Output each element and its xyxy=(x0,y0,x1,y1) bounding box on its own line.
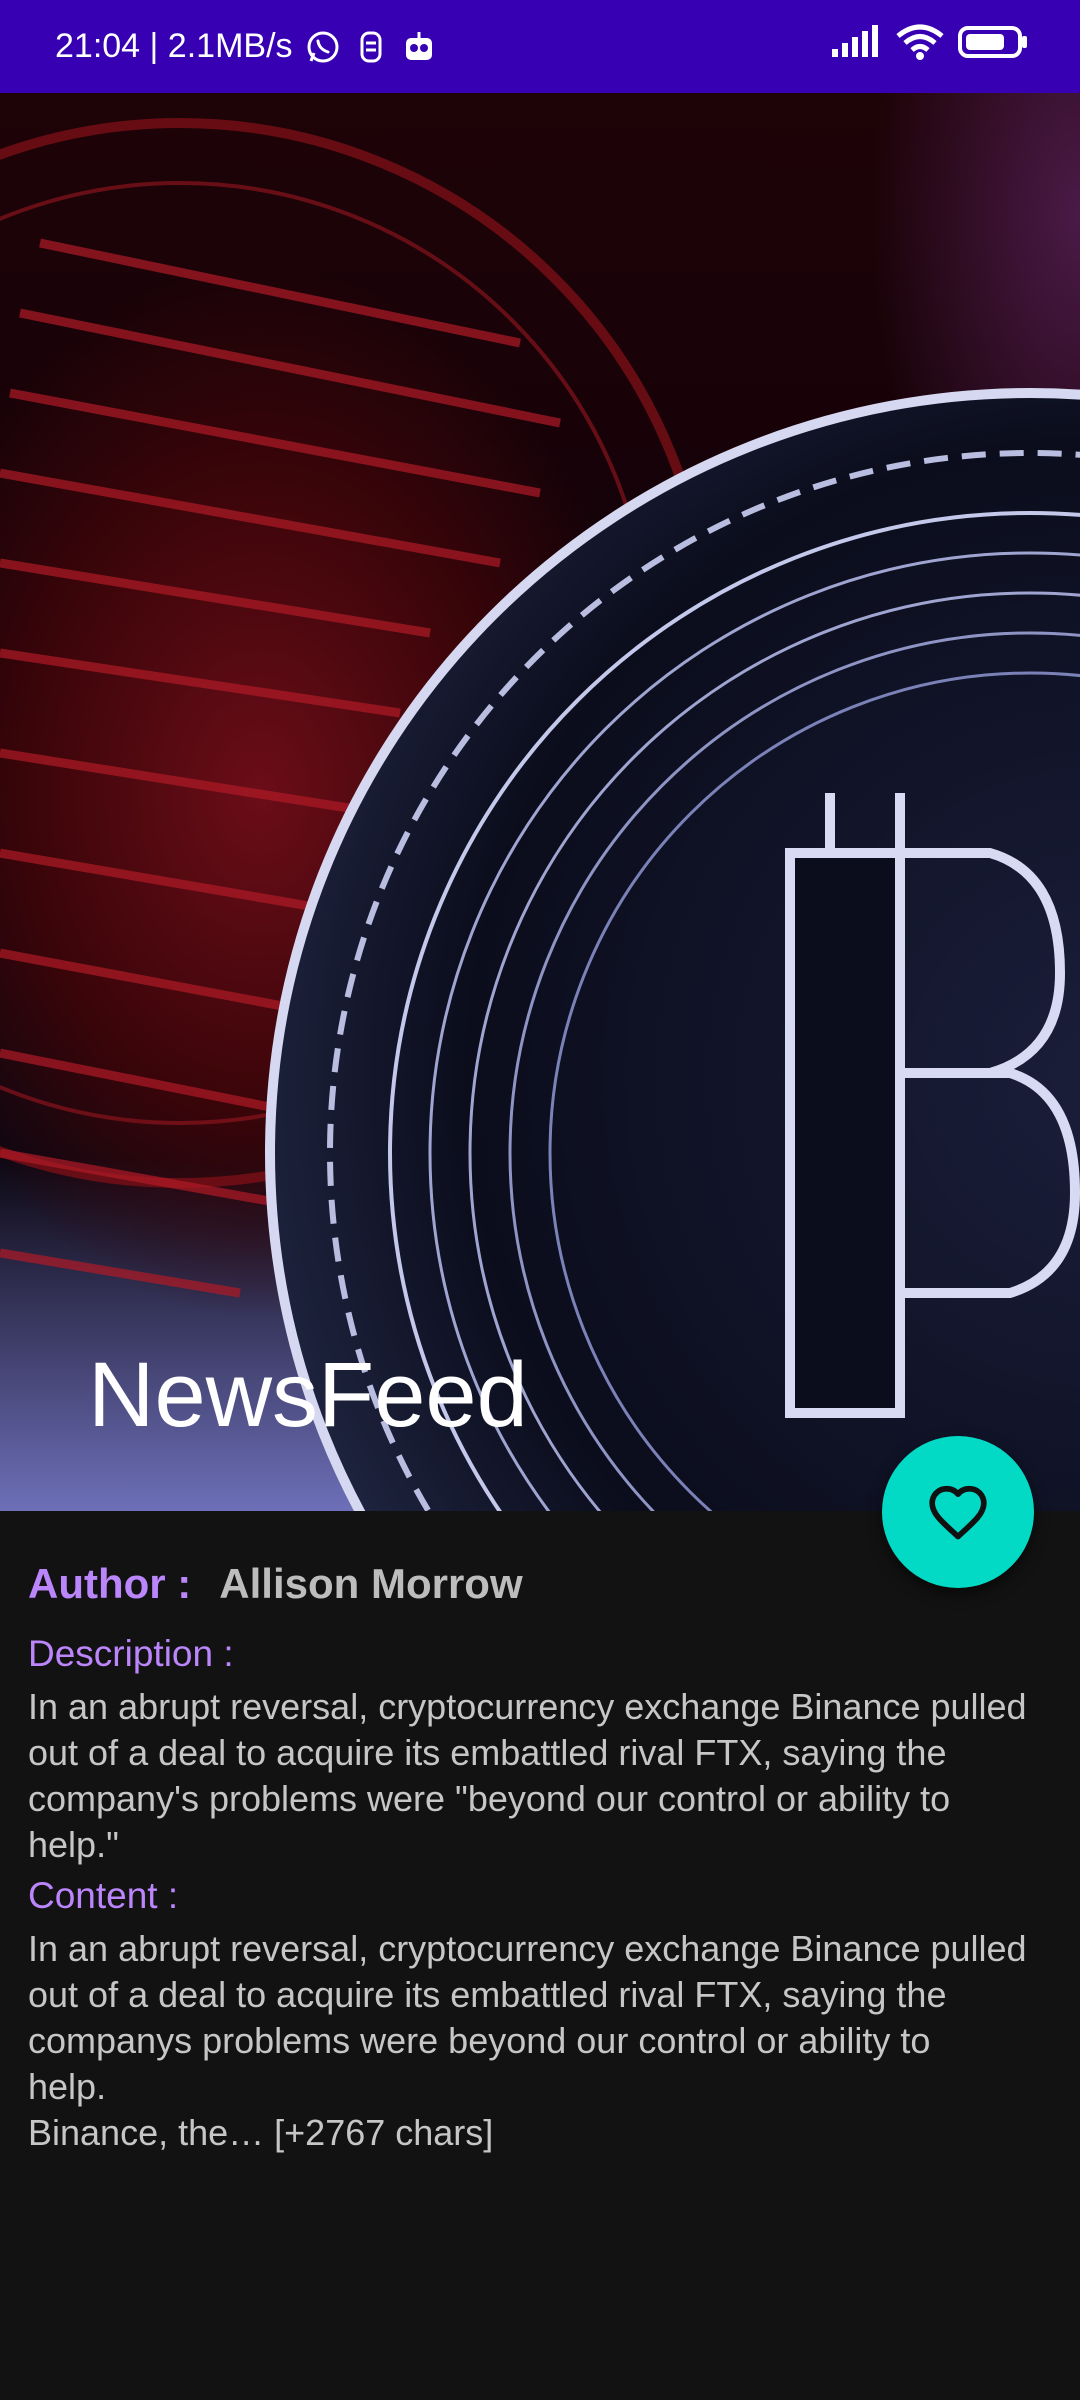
status-time: 21:04 | 2.1MB/s xyxy=(55,27,293,65)
description-text: In an abrupt reversal, cryptocurrency ex… xyxy=(28,1686,1027,1865)
bot-icon xyxy=(401,29,437,65)
article-details: Author : Allison Morrow Description : In… xyxy=(28,1560,1080,2160)
battery-icon xyxy=(958,25,1028,68)
heart-outline-icon xyxy=(929,1485,987,1540)
author-row: Author : Allison Morrow xyxy=(28,1560,1080,1626)
author-name: Allison Morrow xyxy=(219,1560,523,1607)
collapsing-toolbar: NewsFeed xyxy=(0,93,1080,1511)
content-label: Content : xyxy=(28,1875,179,1916)
content-text: In an abrupt reversal, cryptocurrency ex… xyxy=(28,1928,1027,2153)
toolbar-title: NewsFeed xyxy=(88,1344,528,1446)
header-image xyxy=(0,118,1080,1511)
notification-icon xyxy=(353,29,389,65)
whatsapp-icon xyxy=(305,29,341,65)
status-bar: 21:04 | 2.1MB/s xyxy=(0,0,1080,93)
signal-icon xyxy=(830,25,882,68)
author-label: Author : xyxy=(28,1560,192,1607)
wifi-icon xyxy=(896,24,944,69)
description-label: Description : xyxy=(28,1633,234,1674)
